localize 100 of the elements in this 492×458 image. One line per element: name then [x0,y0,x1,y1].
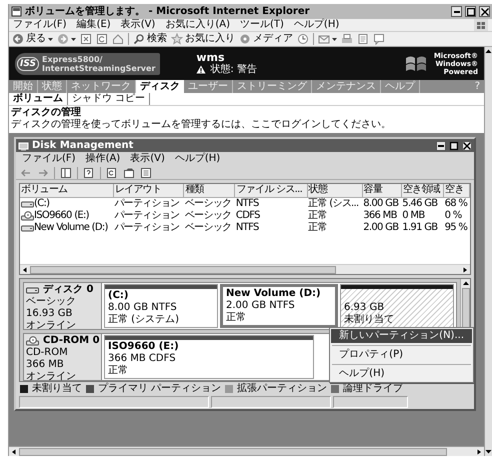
nav-tab[interactable]: ディスク [136,80,184,93]
table-cell: 0 MB [402,210,425,220]
menu-item[interactable]: 操作(A) [86,153,120,165]
menu-item[interactable]: ヘルプ(H) [294,19,340,31]
history-button[interactable] [297,33,309,45]
logo-mark: ISS [17,56,39,70]
menu-item[interactable]: ファイル(F) [13,19,67,31]
close-button[interactable] [479,6,490,17]
sub-tab[interactable]: シャドウ コピー [68,93,150,105]
menu-item[interactable]: 表示(V) [130,153,165,165]
speech-bubble-icon [373,33,385,45]
column-header[interactable]: 容量 [362,184,402,197]
disk-info: 16.93 GB [26,308,74,320]
context-menu-item[interactable]: 新しいパーティション(N)... [331,329,472,343]
table-cell: 68 % [444,198,468,208]
table-cell: ベーシック [184,210,232,220]
menu-item[interactable]: ファイル(F) [22,153,76,165]
menu-item[interactable]: 編集(E) [76,19,111,31]
horizontal-scrollbar[interactable] [20,264,470,274]
page-icon [11,6,22,17]
drive-icon [21,222,34,232]
disk-info: オンライン [26,320,77,332]
close-icon [480,8,488,16]
horizontal-scrollbar[interactable] [9,446,484,456]
partition-status: 正常 (システム) [108,314,180,326]
panel-icon [60,166,72,178]
back-arrow-icon [20,166,32,178]
window-title: ボリュームを管理します。 - Microsoft Internet Explorer [25,6,311,18]
partition-name: New Volume (D:) [226,288,322,300]
back-arrow-button[interactable]: 戻る [12,33,53,45]
column-header[interactable]: 空き領域 [401,184,444,197]
vertical-scrollbar[interactable] [484,47,492,456]
panel-button[interactable] [60,166,72,178]
partition-block[interactable]: ISO9660 (E:) 366 MB CDFS 正常 [104,335,314,379]
context-menu-item[interactable]: プロパティ(P) [331,348,472,362]
table-cell: 8.00 GB [363,198,398,208]
context-menu-item[interactable]: ヘルプ(H) [331,367,472,381]
home-button[interactable] [112,33,124,45]
column-header[interactable]: ファイル シス... [234,184,308,197]
column-header[interactable]: 空き [444,184,470,197]
column-header[interactable]: ボリューム [20,184,114,197]
menu-item[interactable]: お気に入り(A) [165,19,230,31]
forward-arrow-button[interactable] [57,33,76,45]
column-header[interactable]: 種類 [184,184,235,197]
media-button[interactable]: メディア [239,33,293,45]
refresh-document-button[interactable] [106,166,118,178]
mail-button[interactable] [318,33,337,45]
partition-name: (C:) [108,290,130,302]
maximize-icon [450,142,458,150]
stop-button[interactable] [80,33,92,45]
properties-button[interactable] [123,166,135,178]
table-cell: 95 % [444,222,468,232]
document-button[interactable] [357,33,369,45]
table-cell: 1.91 GB [402,222,438,232]
table-cell: NTFS [236,222,259,232]
table-cell: パーティション [114,210,180,220]
table-cell: ベーシック [184,198,232,208]
menu-item[interactable]: ツール(T) [240,19,284,31]
disk-info: CD-ROM [26,347,69,359]
table-cell: NTFS [236,198,259,208]
minimize-button[interactable] [451,6,462,17]
product-name: InternetStreamingServer [42,64,156,72]
maximize-button[interactable] [449,140,459,150]
search-icon [133,33,145,45]
refresh-button[interactable] [96,33,108,45]
partition-status: 未割り当て [344,314,395,326]
menu-item[interactable]: 表示(V) [120,19,156,31]
table-cell: 0 % [444,210,462,220]
partition-size: 366 MB CDFS [108,353,177,364]
table-cell: (C:) [34,198,50,210]
table-cell: パーティション [114,198,180,208]
menu-item[interactable]: ヘルプ(H) [174,153,220,165]
up-arrow-icon [462,279,470,288]
partition-block[interactable]: New Volume (D:) 2.00 GB NTFS 正常 [220,284,338,328]
close-button[interactable] [462,140,472,150]
sub-tab[interactable]: ボリューム [9,93,68,105]
partition-block[interactable]: 6.93 GB 未割り当て [340,284,454,328]
drive-icon [21,198,34,208]
page-heading: ディスクの管理 [10,106,82,119]
partition-status: 正常 [108,365,129,377]
column-header[interactable]: レイアウト [113,184,184,197]
help-document-button[interactable] [83,166,95,178]
legend-label: 未割り当て [32,382,82,394]
partition-size: 2.00 GB NTFS [226,300,296,312]
table-cell: 2.00 GB [363,222,398,232]
export-list-button[interactable] [140,166,152,178]
table-cell: 正常 [308,222,327,232]
minimize-button[interactable] [436,140,446,150]
printer-button[interactable] [341,33,353,45]
minimize-icon [438,144,444,146]
partition-size: 8.00 GB NTFS [108,302,178,314]
search-button[interactable]: 検索 [133,33,167,45]
star-button[interactable]: お気に入り [171,33,235,45]
speech-bubble-button[interactable] [373,33,385,45]
column-header[interactable]: 状態 [307,184,362,197]
windows-logo-icon [474,19,488,31]
legend-label: 拡張パーティション [237,382,328,394]
maximize-button[interactable] [465,6,476,17]
partition-block[interactable]: (C:) 8.00 GB NTFS 正常 (システム) [104,284,218,328]
window-title: Disk Management [32,140,134,152]
